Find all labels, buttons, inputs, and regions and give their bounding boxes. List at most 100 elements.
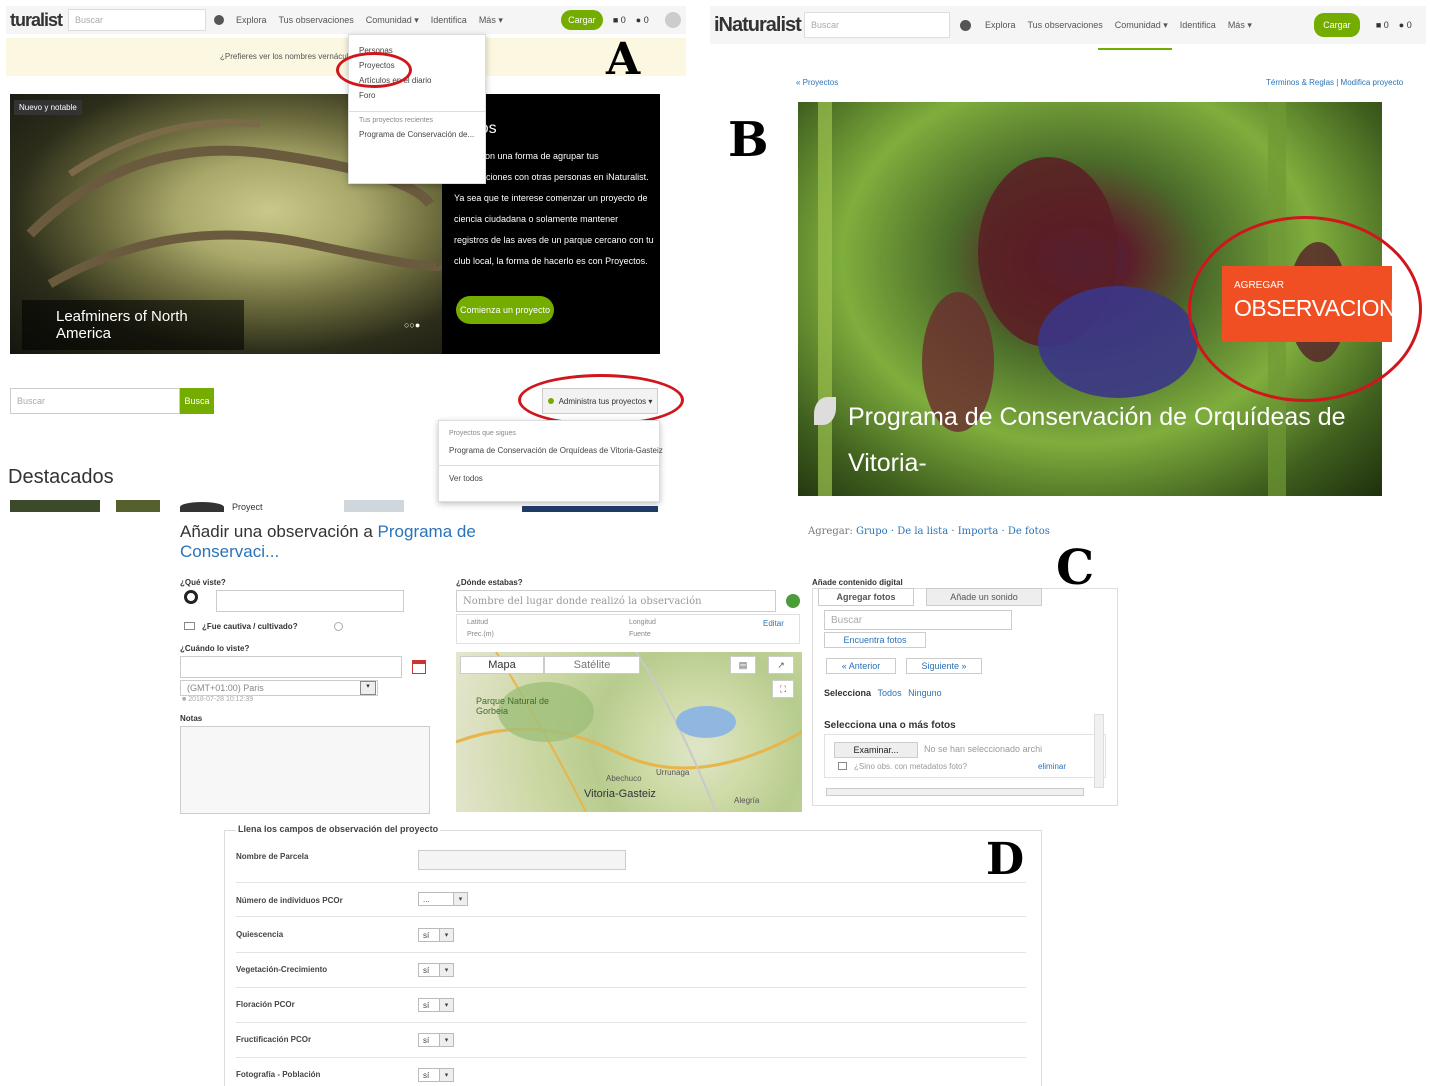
captive-label: ¿Fue cautiva / cultivado? [202,622,298,631]
avatar[interactable] [664,12,681,28]
select-vegetacion-arrow-icon: ▾ [439,964,453,976]
photo-search-placeholder: Buscar [831,614,863,626]
manage-project-item[interactable]: Programa de Conservación de Orquídeas de… [439,440,663,465]
globe-icon[interactable] [786,594,800,608]
precision-label: Prec.(m) [467,631,494,638]
observations-counter-b[interactable]: ■ 0 [1376,20,1389,30]
heading-prefix: Añadir una observación a [180,522,378,541]
search-input-b[interactable]: Buscar [804,12,950,38]
upload-button[interactable]: Cargar [560,10,603,30]
map-external-button[interactable]: ↗ [768,656,794,674]
date-input[interactable] [180,656,402,678]
messages-counter[interactable]: ● 0 [636,15,649,25]
upload-button-b[interactable]: Cargar [1313,13,1360,37]
project-terms-links[interactable]: Términos & Reglas | Modifica proyecto [1266,78,1403,87]
select-none-link[interactable]: Ninguno [908,688,942,698]
field-select-individuos[interactable]: ... ▾ [418,892,468,906]
search-icon-b[interactable] [960,19,971,31]
featured-tile-2[interactable] [116,500,160,512]
nav-mas-b[interactable]: Más ▾ [1228,20,1252,31]
project-search-input[interactable]: Buscar [10,388,180,414]
species-input[interactable] [216,590,404,612]
select-individuos-value: ... [423,894,430,904]
field-select-quiescencia[interactable]: sí ▾ [418,928,454,942]
nav-tus-observaciones-b[interactable]: Tus observaciones [1028,20,1103,30]
project-search-button[interactable]: Busca [180,388,214,414]
nav-mas[interactable]: Más ▾ [479,15,503,26]
inaturalist-logo[interactable]: turalist [10,10,68,31]
browse-button[interactable]: Examinar... [834,742,918,758]
menu-recent-project[interactable]: Programa de Conservación de... [349,127,485,142]
captive-checkbox[interactable] [184,622,195,630]
nav-comunidad[interactable]: Comunidad ▾ [366,15,419,26]
field-select-fotografia[interactable]: sí ▾ [418,1068,454,1082]
next-page-button[interactable]: Siguiente » [906,658,982,674]
select-quiescencia-arrow-icon: ▾ [439,929,453,941]
row-divider-4 [236,987,1026,988]
captive-help-icon[interactable] [334,622,343,631]
no-file-text: No se han seleccionado archi [924,744,1043,754]
nav-identifica[interactable]: Identifica [431,15,467,25]
place-input[interactable]: Nombre del lugar donde realizó la observ… [456,590,776,612]
field-select-floracion[interactable]: sí ▾ [418,998,454,1012]
observations-counter[interactable]: ■ 0 [613,15,626,25]
featured-tile-3[interactable] [180,502,224,512]
add-observation-heading: Añadir una observación a Programa de Con… [180,522,580,562]
carousel-dots[interactable]: ○○● [404,320,420,330]
select-all-link[interactable]: Todos [878,688,902,698]
digital-content-label: Añade contenido digital [812,578,903,587]
start-project-button[interactable]: Comienza un proyecto [456,296,554,324]
timestamp-text: ■ 2018-07-28 10:12:39 [182,696,254,703]
search-icon[interactable] [214,15,224,25]
map-tab-satelite[interactable]: Satélite [544,656,640,674]
timezone-value: (GMT+01:00) Paris [187,683,264,693]
menu-divider [349,111,485,112]
map-layers-button[interactable]: ▤ [730,656,756,674]
notes-label: Notas [180,714,203,723]
hero-caption[interactable]: Leafminers of North America [22,300,244,350]
project-title-line-2: Gas... [810,486,1370,502]
timezone-dropdown-arrow[interactable]: ▾ [360,681,376,695]
tab-add-photos[interactable]: Agregar fotos [818,588,914,606]
remove-file-link[interactable]: eliminar [1038,762,1066,771]
nav-tus-observaciones[interactable]: Tus observaciones [279,15,354,25]
manage-heading: Proyectos que sigues [449,430,516,437]
inaturalist-logo-b[interactable]: iNaturalist [714,14,804,37]
vertical-scrollbar[interactable] [1094,714,1104,788]
agregar-source-links[interactable]: Grupo · De la lista · Importa · De fotos [856,526,1050,537]
field-select-vegetacion[interactable]: sí ▾ [418,963,454,977]
featured-tile-4[interactable] [344,500,404,512]
prev-page-button[interactable]: « Anterior [826,658,896,674]
featured-heading: Destacados [8,466,114,488]
place-placeholder: Nombre del lugar donde realizó la observ… [463,595,702,607]
nav-comunidad-b[interactable]: Comunidad ▾ [1115,20,1168,31]
horizontal-scrollbar[interactable] [826,788,1084,796]
search-input[interactable]: Buscar [68,9,206,31]
field-input-parcela[interactable] [418,850,626,870]
nav-explora-b[interactable]: Explora [985,20,1016,30]
metadata-checkbox[interactable] [838,762,847,770]
menu-item-foro[interactable]: Foro [349,88,485,103]
featured-tile-5[interactable] [522,506,658,512]
timezone-select[interactable]: (GMT+01:00) Paris [180,680,378,696]
messages-counter-b[interactable]: ● 0 [1399,20,1412,30]
panel-d: Llena los campos de observación del proy… [220,822,1046,1086]
edit-coords-link[interactable]: Editar [763,619,784,628]
nav-explora[interactable]: Explora [236,15,267,25]
heading-project-link-2[interactable]: Conservaci... [180,542,279,561]
tab-add-sound[interactable]: Añade un sonido [926,588,1042,606]
photo-search-input[interactable]: Buscar [824,610,1012,630]
calendar-icon[interactable] [412,660,426,674]
notes-textarea[interactable] [180,726,430,814]
back-to-projects-link[interactable]: « Proyectos [796,78,838,87]
featured-tile-1[interactable] [10,500,100,512]
heading-project-link[interactable]: Programa de [378,522,476,541]
find-photos-button[interactable]: Encuentra fotos [824,632,926,648]
field-select-fructificacion[interactable]: sí ▾ [418,1033,454,1047]
map-tab-mapa[interactable]: Mapa [460,656,544,674]
manage-view-all[interactable]: Ver todos [439,466,659,486]
nav-identifica-b[interactable]: Identifica [1180,20,1216,30]
location-map[interactable]: Mapa Satélite ▤ ↗ ⛶ Parque Natural de Go… [456,652,802,812]
hero-caption-label: Leafminers of North America [56,308,188,342]
map-fullscreen-button[interactable]: ⛶ [772,680,794,698]
